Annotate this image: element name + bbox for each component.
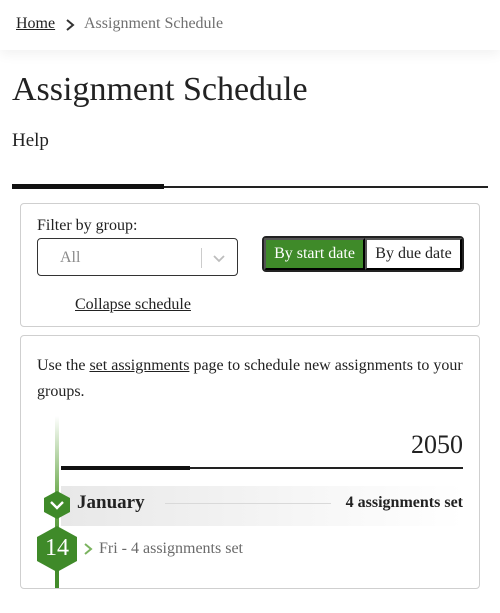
page-title: Assignment Schedule — [12, 71, 308, 108]
day-assignments-label[interactable]: Fri - 4 assignments set — [99, 540, 243, 558]
collapse-schedule-link[interactable]: Collapse schedule — [75, 296, 191, 314]
select-separator — [201, 248, 202, 268]
breadcrumb-home-link[interactable]: Home — [16, 15, 55, 33]
filter-panel: Filter by group: All By start date By du… — [20, 203, 480, 327]
month-rule — [165, 503, 331, 504]
chevron-right-icon — [66, 19, 75, 31]
sort-by-start-button[interactable]: By start date — [264, 238, 365, 270]
schedule-intro: Use the set assignments page to schedule… — [37, 353, 469, 405]
schedule-panel: Use the set assignments page to schedule… — [20, 335, 480, 589]
chevron-right-icon[interactable] — [82, 542, 94, 556]
filter-label: Filter by group: — [37, 217, 138, 234]
help-link[interactable]: Help — [12, 130, 49, 152]
intro-text-before: Use the — [37, 357, 90, 374]
tab-active-indicator — [12, 184, 164, 189]
sort-by-due-button[interactable]: By due date — [365, 238, 462, 270]
breadcrumb-current: Assignment Schedule — [84, 15, 224, 32]
sort-toggle: By start date By due date — [262, 236, 464, 272]
group-filter-select[interactable]: All — [37, 238, 238, 276]
month-assignment-count: 4 assignments set — [345, 494, 463, 511]
group-filter-value: All — [60, 249, 81, 266]
breadcrumb-bar: Home Assignment Schedule — [0, 0, 500, 50]
month-name: January — [77, 492, 145, 513]
chevron-down-icon[interactable] — [43, 490, 71, 520]
year-heading: 2050 — [411, 430, 463, 459]
chevron-down-icon[interactable] — [212, 251, 226, 265]
day-number: 14 — [45, 535, 69, 561]
set-assignments-link[interactable]: set assignments — [89, 357, 189, 374]
year-divider-accent — [61, 466, 190, 470]
